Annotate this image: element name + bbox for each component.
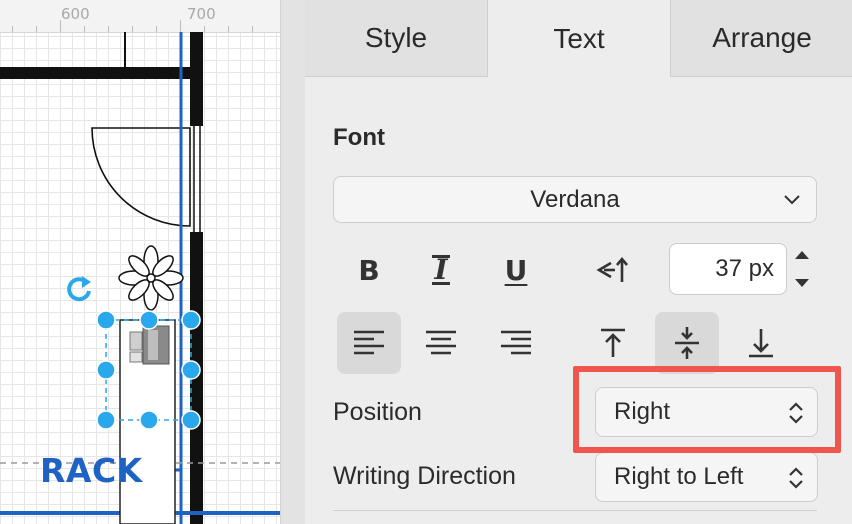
- bold-button[interactable]: B: [337, 239, 401, 301]
- writing-direction-label: Writing Direction: [333, 462, 516, 490]
- stepper-icon: [789, 467, 803, 489]
- underline-icon: U: [504, 253, 528, 287]
- underline-button[interactable]: U: [484, 239, 548, 301]
- font-size-stepper[interactable]: [790, 244, 814, 294]
- italic-button[interactable]: I: [409, 239, 473, 301]
- tab-text[interactable]: Text: [488, 0, 670, 77]
- italic-icon: I: [432, 253, 450, 286]
- writing-direction-select[interactable]: Right to Left: [595, 452, 818, 502]
- plant-icon: [118, 245, 184, 311]
- align-middle-icon: [675, 327, 699, 359]
- align-top-icon: [601, 328, 625, 357]
- rack-label[interactable]: RACK: [40, 451, 143, 490]
- align-bottom-icon: [749, 329, 773, 358]
- font-family-select[interactable]: Verdana: [333, 176, 817, 223]
- horizontal-wall: [0, 67, 190, 79]
- writing-direction-value: Right to Left: [614, 463, 744, 490]
- align-top-button[interactable]: [581, 312, 645, 374]
- align-center-button[interactable]: [409, 312, 473, 374]
- align-bottom-button[interactable]: [729, 312, 793, 374]
- format-panel: Style Text Arrange Font Verdana B I U 37…: [280, 0, 852, 524]
- font-size-input[interactable]: 37 px: [669, 243, 787, 295]
- divider: [333, 510, 817, 511]
- align-left-icon: [354, 330, 384, 355]
- align-middle-button[interactable]: [655, 312, 719, 374]
- door-swing: [91, 127, 191, 227]
- tab-style[interactable]: Style: [305, 0, 488, 77]
- align-right-icon: [501, 330, 531, 355]
- position-value: Right: [614, 398, 671, 425]
- align-right-button[interactable]: [484, 312, 548, 374]
- stepper-icon: [789, 402, 803, 424]
- chevron-down-icon: [784, 195, 800, 205]
- align-center-icon: [426, 330, 456, 355]
- stepper-down-icon: [795, 279, 809, 287]
- align-left-button[interactable]: [337, 312, 401, 374]
- stepper-up-icon: [795, 251, 809, 259]
- floorplan-drawing: [0, 32, 280, 524]
- text-direction-icon: [596, 256, 628, 282]
- position-select[interactable]: Right: [595, 387, 818, 437]
- font-section-heading: Font: [333, 124, 385, 151]
- font-family-value: Verdana: [530, 185, 620, 213]
- bold-icon: B: [358, 253, 380, 287]
- tab-arrange[interactable]: Arrange: [670, 0, 852, 77]
- position-label: Position: [333, 398, 422, 426]
- diagram-canvas[interactable]: 600 700 RACK: [0, 0, 280, 524]
- vertical-wall-upper: [190, 32, 203, 126]
- rotate-icon: [67, 276, 91, 302]
- text-direction-button[interactable]: [581, 239, 645, 301]
